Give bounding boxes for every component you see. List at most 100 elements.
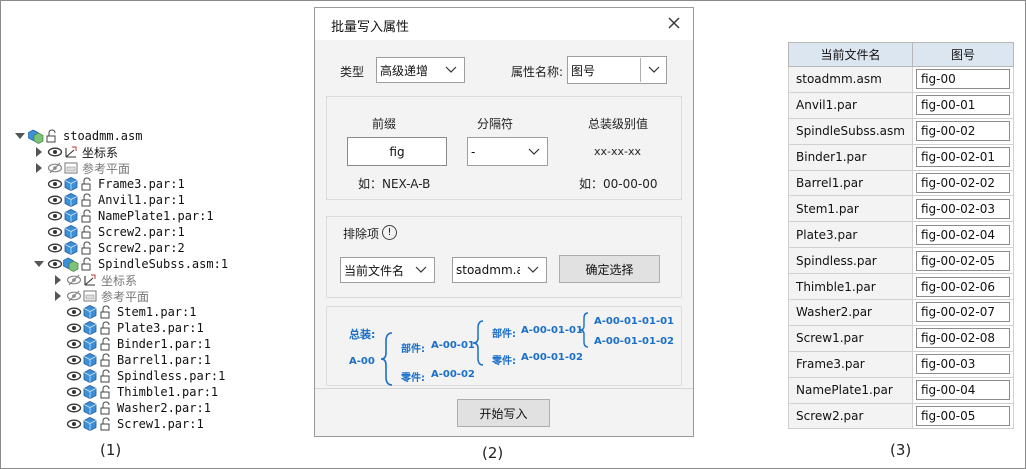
expand-arrow-right-icon[interactable] (50, 272, 66, 288)
table-header: 当前文件名 图号 (788, 42, 1014, 67)
figure-number-input[interactable]: fig-00-02-03 (916, 198, 1010, 219)
eye-icon[interactable] (66, 336, 82, 352)
filename-cell: Anvil1.par (788, 92, 913, 119)
dialog-body: 类型 高级递增 属性名称: 图号 前缀 分隔符 总装级别值 fig - xx-x… (315, 40, 693, 388)
eye-icon[interactable] (47, 192, 63, 208)
tree-item[interactable]: Screw1.par:1 (50, 416, 204, 432)
tree-item[interactable]: NamePlate1.par:1 (31, 208, 214, 224)
figure-number-cell: fig-00-02-02 (913, 170, 1014, 197)
eye-icon[interactable] (47, 144, 63, 160)
eye-icon[interactable] (66, 400, 82, 416)
lock-icon (81, 209, 91, 223)
exclusion-field-value: 当前文件名 (344, 263, 405, 278)
table-row: Spindless.par fig-00-02-05 (788, 248, 1014, 275)
tree-item[interactable]: 参考平面 (31, 160, 130, 176)
tree-item[interactable]: stoadmm.asm (12, 128, 142, 144)
tree-item[interactable]: Spindless.par:1 (50, 368, 225, 384)
property-name-select[interactable]: 图号 (567, 56, 667, 84)
figure-number-cell: fig-00-05 (913, 403, 1014, 430)
figure-number-input[interactable]: fig-00 (916, 69, 1010, 90)
tree-item-label: NamePlate1.par:1 (98, 209, 214, 223)
brace-icon (472, 320, 484, 366)
figure-number-input[interactable]: fig-00-03 (916, 354, 1010, 375)
tree-item[interactable]: 坐标系 (50, 272, 137, 288)
eye-icon[interactable] (66, 384, 82, 400)
confirm-selection-button[interactable]: 确定选择 (559, 255, 660, 283)
tree-item[interactable]: 坐标系 (31, 144, 118, 160)
tree-item-label: Screw2.par:2 (98, 241, 185, 255)
tree-item[interactable]: Thimble1.par:1 (50, 384, 218, 400)
eye-hidden-icon[interactable] (47, 160, 63, 176)
figure-number-input[interactable]: fig-00-02-08 (916, 328, 1010, 349)
figure-number-input[interactable]: fig-00-02-05 (916, 250, 1010, 271)
eye-icon[interactable] (66, 304, 82, 320)
tree-item[interactable]: SpindleSubss.asm:1 (31, 256, 228, 272)
eye-icon[interactable] (47, 256, 63, 272)
figure-number-input[interactable]: fig-00-02-01 (916, 147, 1010, 168)
figure-number-input[interactable]: fig-00-02-04 (916, 224, 1010, 245)
expand-arrow-right-icon[interactable] (31, 160, 47, 176)
expand-arrow-down-icon[interactable] (12, 128, 28, 144)
eye-icon[interactable] (47, 224, 63, 240)
type-select[interactable]: 高级递增 (376, 57, 465, 83)
exclusion-value-select[interactable]: stoadmm.as (452, 257, 547, 283)
eye-icon[interactable] (66, 320, 82, 336)
tree-item-label: Screw1.par:1 (117, 417, 204, 431)
figure-number-cell: fig-00-02-01 (913, 144, 1014, 171)
tree-item[interactable]: Barrel1.par:1 (50, 352, 211, 368)
exclusion-field-select[interactable]: 当前文件名 (340, 257, 435, 283)
expand-arrow-right-icon[interactable] (50, 288, 66, 304)
eye-icon[interactable] (66, 352, 82, 368)
filename-cell: Thimble1.par (788, 274, 913, 301)
tree-item[interactable]: Screw2.par:1 (31, 224, 185, 240)
example-assembly-prefix: 部件: (401, 344, 425, 355)
filename-cell: Plate3.par (788, 222, 913, 249)
part-icon (83, 305, 97, 319)
expand-arrow-down-icon[interactable] (31, 256, 47, 272)
figure-number-input[interactable]: fig-00-02-06 (916, 276, 1010, 297)
eye-hidden-icon[interactable] (66, 288, 82, 304)
figure-number-input[interactable]: fig-00-02-02 (916, 173, 1010, 193)
eye-icon[interactable] (47, 208, 63, 224)
figure-number-input[interactable]: fig-00-02 (916, 121, 1010, 142)
start-write-button[interactable]: 开始写入 (457, 399, 550, 427)
close-icon[interactable] (665, 14, 683, 32)
lock-icon (46, 129, 56, 143)
caption-2: (2) (482, 444, 504, 462)
eye-icon[interactable] (66, 416, 82, 432)
filename-cell: Washer2.par (788, 300, 913, 326)
eye-icon[interactable] (47, 240, 63, 256)
eye-hidden-icon[interactable] (66, 272, 82, 288)
prefix-input[interactable]: fig (347, 137, 447, 166)
tree-item[interactable]: Anvil1.par:1 (31, 192, 185, 208)
separator-select[interactable]: - (467, 137, 548, 166)
tree-item[interactable]: 参考平面 (50, 288, 149, 304)
figure-number-input[interactable]: fig-00-05 (916, 406, 1010, 427)
tree-item[interactable]: Washer2.par:1 (50, 400, 211, 416)
info-icon[interactable]: ! (382, 225, 397, 240)
caption-1: (1) (100, 441, 122, 459)
example-sub-child-1: A-00-01-01-01 (594, 316, 675, 327)
table-row: Barrel1.par fig-00-02-02 (788, 170, 1014, 197)
chevron-down-icon (640, 58, 666, 82)
type-label: 类型 (340, 65, 365, 79)
expand-arrow-right-icon[interactable] (31, 144, 47, 160)
eye-icon[interactable] (66, 368, 82, 384)
eye-icon[interactable] (47, 176, 63, 192)
tree-item-label: 参考平面 (82, 161, 131, 176)
tree-item[interactable]: Screw2.par:2 (31, 240, 185, 256)
assembly-icon (63, 257, 79, 272)
tree-item[interactable]: Plate3.par:1 (50, 320, 204, 336)
caption-3: (3) (890, 441, 912, 459)
tree-item[interactable]: Binder1.par:1 (50, 336, 211, 352)
filename-cell: Screw1.par (788, 325, 913, 352)
chevron-down-icon (438, 58, 464, 82)
figure-number-input[interactable]: fig-00-04 (916, 380, 1010, 401)
figure-number-cell: fig-00-02 (913, 118, 1014, 145)
tree-item[interactable]: Stem1.par:1 (50, 304, 196, 320)
tree-item[interactable]: Frame3.par:1 (31, 176, 185, 192)
figure-number-input[interactable]: fig-00-01 (916, 95, 1010, 116)
figure-number-input[interactable]: fig-00-02-07 (916, 302, 1010, 323)
